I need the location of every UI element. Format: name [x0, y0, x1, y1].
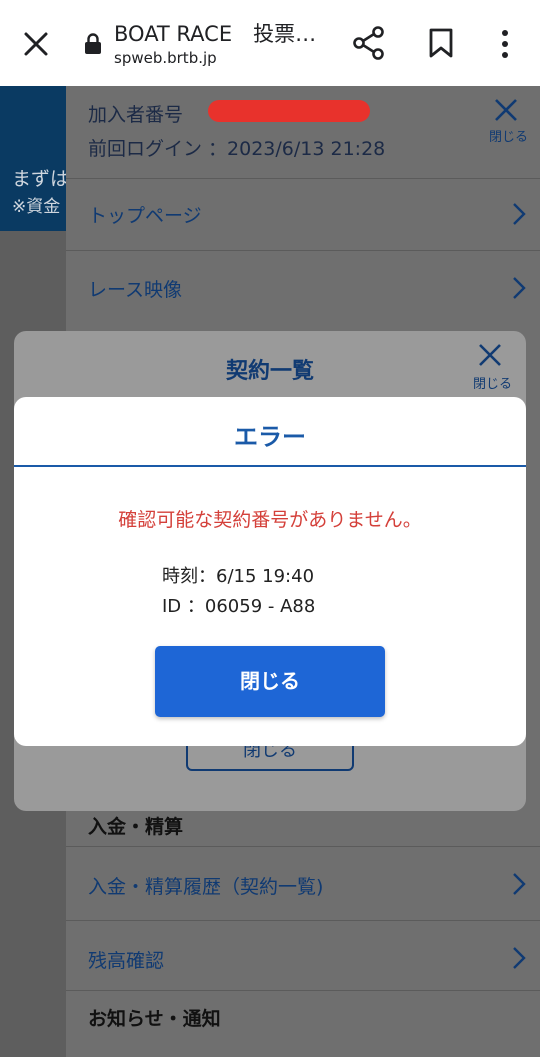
chevron-right-icon: [513, 277, 526, 299]
background-text: ※資金: [12, 197, 61, 217]
error-dialog: エラー 確認可能な契約番号がありません。 時刻：6/15 19:40 ID ：0…: [14, 397, 526, 746]
bookmark-icon[interactable]: [428, 28, 454, 58]
contract-modal-title: 契約一覧: [225, 359, 314, 384]
browser-toolbar: BOAT RACE 投票… spweb.brtb.jp: [0, 0, 540, 86]
background-banner: まずは ※資金: [0, 86, 70, 231]
background-text: まずは: [12, 168, 70, 190]
error-message: 確認可能な契約番号がありません。: [118, 509, 422, 531]
page-title: BOAT RACE 投票…: [114, 22, 317, 46]
menu-close-label[interactable]: 閉じる: [489, 126, 528, 145]
menu-item-deposit-history[interactable]: 入金・精算履歴（契約一覧): [88, 872, 323, 899]
last-login-text: 前回ログイン ：2023/6/13 21:28: [88, 138, 386, 160]
error-title: エラー: [234, 423, 306, 451]
member-number-label: 加入者番号: [88, 104, 184, 126]
section-notice-heading: お知らせ・通知: [88, 1008, 221, 1030]
divider: [66, 178, 540, 179]
error-close-button[interactable]: 閉じる: [155, 646, 385, 717]
menu-item-top[interactable]: トップページ: [88, 201, 202, 228]
close-tab-icon[interactable]: [22, 30, 50, 58]
more-options-icon[interactable]: [494, 28, 516, 60]
chevron-right-icon: [513, 947, 526, 969]
menu-item-balance[interactable]: 残高確認: [88, 946, 164, 973]
divider: [66, 846, 540, 847]
lock-icon: [85, 33, 101, 54]
divider: [66, 250, 540, 251]
error-time: 時刻：6/15 19:40: [162, 566, 315, 587]
chevron-right-icon: [513, 203, 526, 225]
menu-item-race-video[interactable]: レース映像: [88, 275, 182, 302]
divider: [66, 920, 540, 921]
section-deposit-heading: 入金・精算: [88, 816, 184, 838]
divider: [66, 990, 540, 991]
error-divider: [14, 465, 526, 467]
error-id: ID ：06059 - A88: [162, 596, 316, 617]
contract-close-label[interactable]: 閉じる: [473, 373, 512, 392]
page-url[interactable]: spweb.brtb.jp: [114, 49, 217, 67]
chevron-right-icon: [513, 873, 526, 895]
redaction-mark: [208, 100, 370, 122]
share-icon[interactable]: [352, 26, 386, 60]
